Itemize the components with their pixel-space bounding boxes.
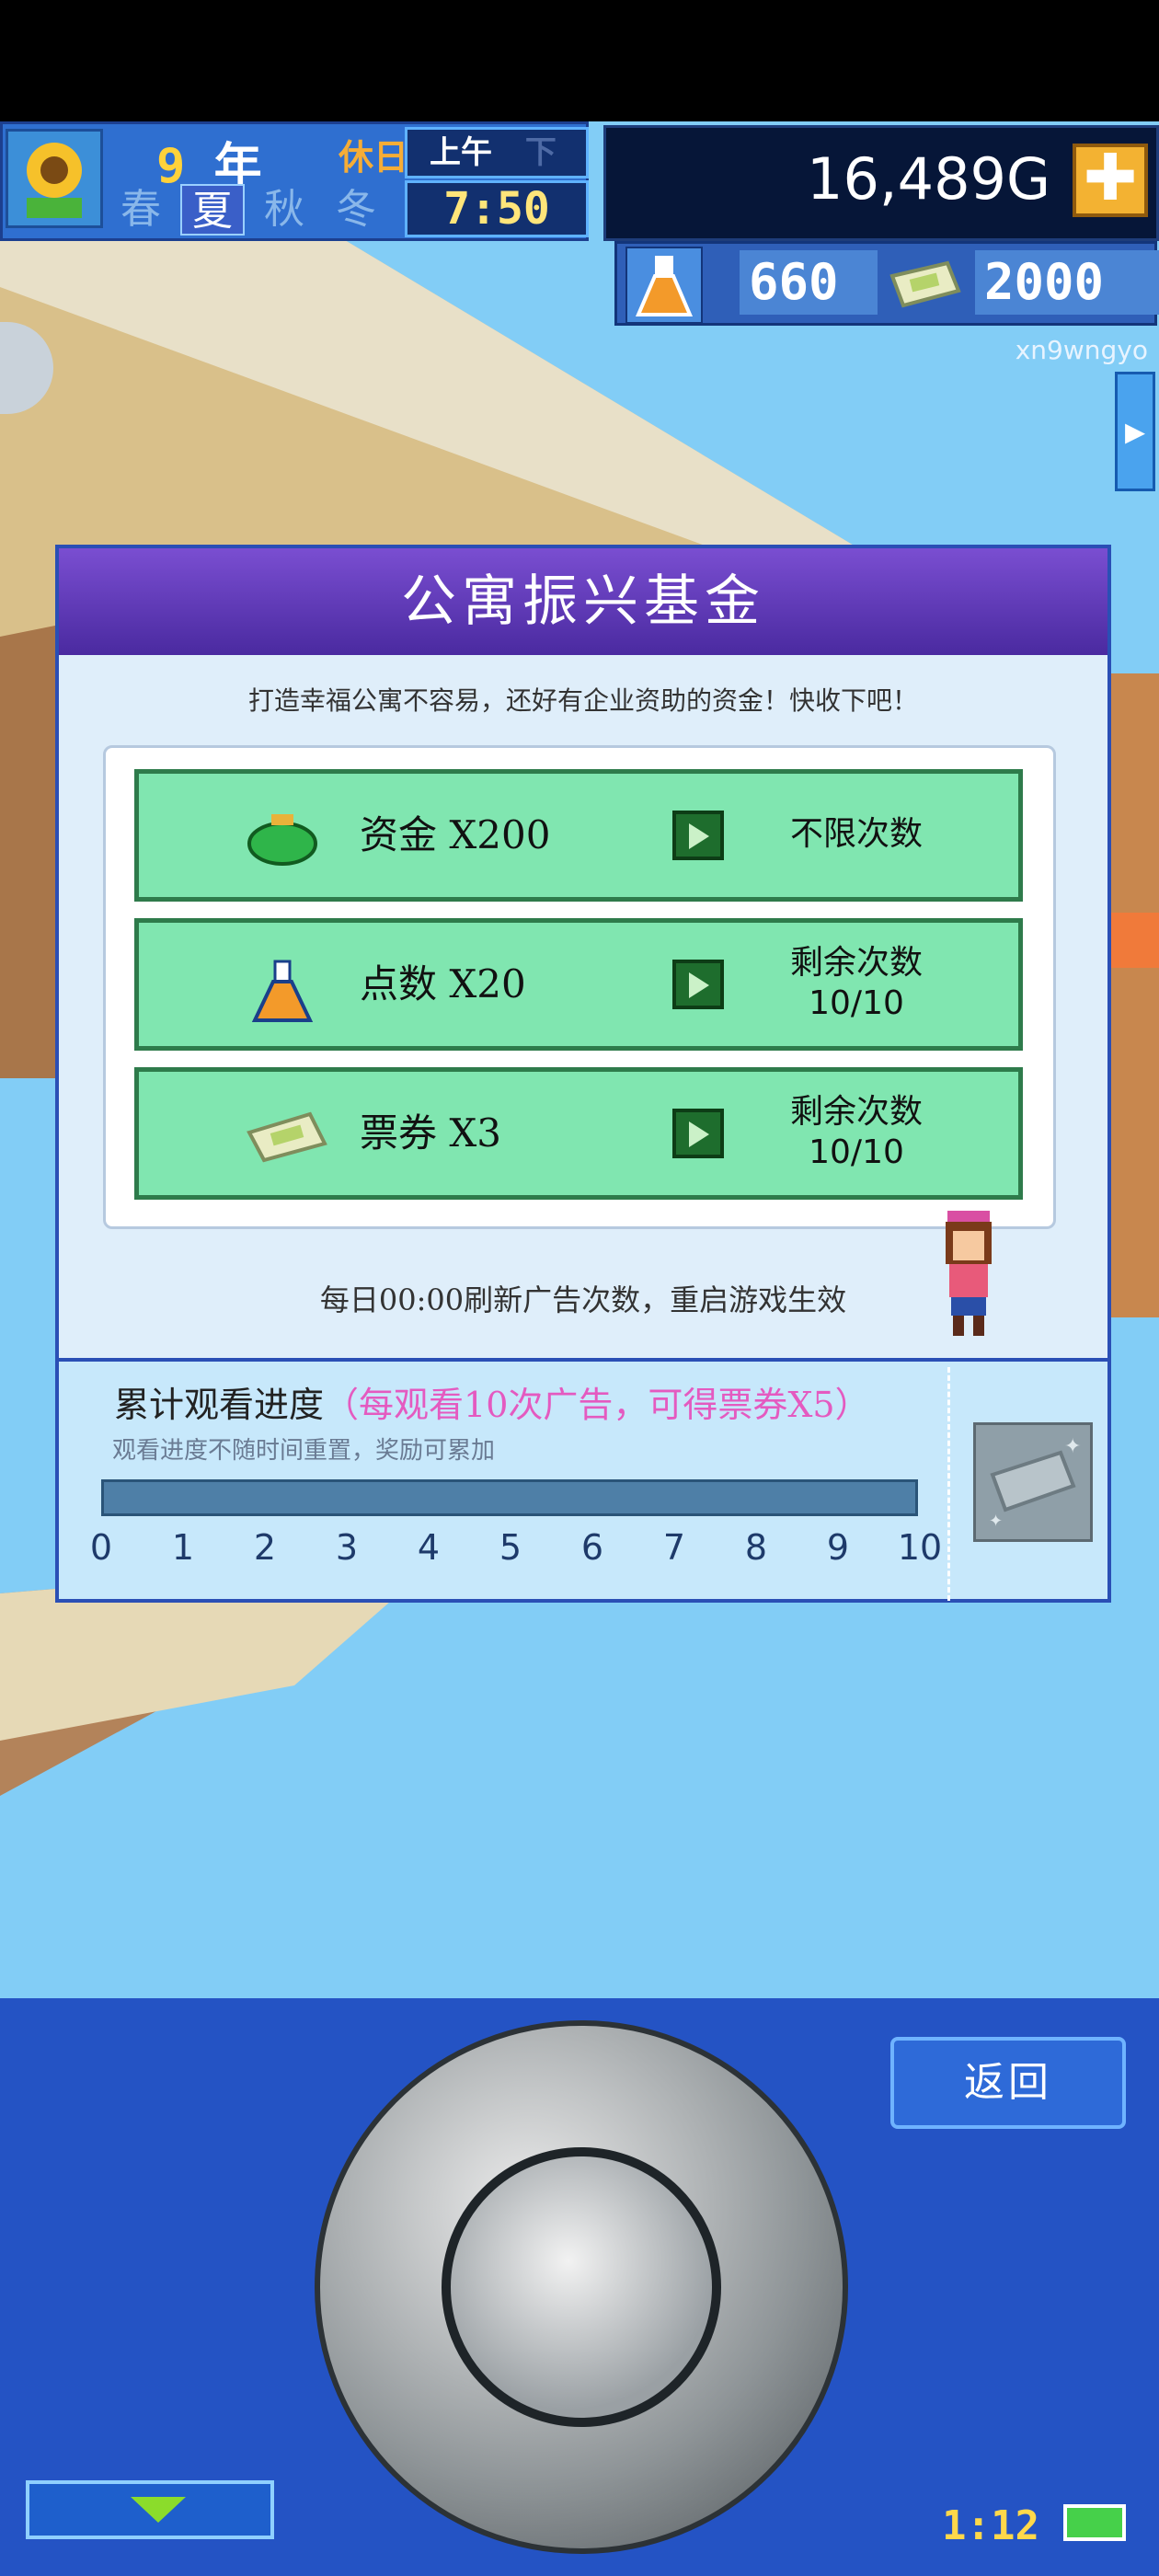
dialog-title: 公寓振兴基金 — [59, 548, 1107, 655]
progress-bonus-text: （每观看10次广告，可得票券X5） — [324, 1385, 870, 1425]
reward-label: 资金 X200 — [360, 812, 551, 857]
game-clock: 7:50 — [405, 180, 589, 237]
progress-tick: 6 — [580, 1527, 604, 1568]
money-amount: 16,489G — [807, 145, 1050, 213]
progress-bar — [101, 1479, 918, 1516]
season-summer: 夏 — [180, 184, 245, 236]
holiday-label: 休日 — [339, 137, 409, 178]
side-arrow-button[interactable]: ▸ — [1115, 372, 1155, 491]
svg-text:✦: ✦ — [1064, 1435, 1081, 1458]
research-points-value: 660 — [740, 250, 878, 315]
reward-count: 剩余次数 10/10 — [764, 943, 948, 1024]
remaining-value: 10/10 — [809, 1133, 904, 1171]
dashed-divider — [947, 1367, 950, 1601]
play-ad-icon[interactable] — [672, 960, 724, 1009]
progress-tick: 3 — [335, 1527, 359, 1568]
progress-tick: 4 — [417, 1527, 441, 1568]
progress-tick: 9 — [826, 1527, 850, 1568]
reward-row-money[interactable]: 资金 X200 不限次数 — [134, 769, 1023, 902]
season-spring: 春 — [120, 186, 161, 233]
reward-count: 不限次数 — [789, 815, 923, 853]
collapse-down-button[interactable] — [26, 2480, 274, 2539]
am-pm-indicator: 上午 下午 — [405, 127, 589, 217]
progress-tick: 0 — [89, 1527, 113, 1568]
progress-tick: 2 — [253, 1527, 277, 1568]
flask-icon — [246, 960, 319, 1022]
progress-title-text: 累计观看进度 — [114, 1385, 325, 1425]
device-time: 1:12 — [942, 2502, 1039, 2549]
sunflower-icon[interactable] — [6, 129, 103, 228]
ticket-icon — [246, 1109, 327, 1164]
play-ad-icon[interactable] — [672, 1109, 724, 1158]
reward-row-tickets[interactable]: 票券 X3 剩余次数 10/10 — [134, 1067, 1023, 1200]
back-button[interactable]: 返回 — [890, 2037, 1126, 2129]
progress-tick: 8 — [744, 1527, 768, 1568]
season-autumn: 秋 — [264, 186, 304, 233]
progress-tick: 7 — [662, 1527, 686, 1568]
season-winter: 冬 — [336, 186, 376, 233]
am-label: 上午 — [430, 134, 492, 171]
remaining-value: 10/10 — [809, 984, 904, 1022]
character-sprite — [936, 1211, 1001, 1340]
battery-icon — [1063, 2504, 1126, 2541]
progress-title: 累计观看进度（每观看10次广告，可得票券X5） — [114, 1376, 870, 1427]
progress-tick: 10 — [897, 1527, 943, 1568]
reward-row-points[interactable]: 点数 X20 剩余次数 10/10 — [134, 918, 1023, 1051]
ticket-value: 2000 — [975, 250, 1159, 315]
remaining-label: 剩余次数 — [789, 944, 923, 982]
top-black-bar — [0, 0, 1159, 121]
svg-text:✦: ✦ — [989, 1512, 1003, 1531]
reward-label: 票券 X3 — [360, 1110, 501, 1156]
progress-tick: 5 — [499, 1527, 522, 1568]
flask-icon — [625, 247, 703, 324]
reward-count: 剩余次数 10/10 — [764, 1092, 948, 1173]
remaining-label: 剩余次数 — [789, 1093, 923, 1131]
user-id: xn9wngyo — [1015, 335, 1148, 365]
dpad-center-button[interactable] — [442, 2147, 721, 2427]
progress-subtitle: 观看进度不随时间重置，奖励可累加 — [112, 1437, 496, 1465]
reward-label: 点数 X20 — [360, 961, 526, 1006]
add-money-button[interactable]: ✚ — [1073, 144, 1148, 217]
progress-tick: 1 — [171, 1527, 195, 1568]
purse-icon — [246, 811, 319, 866]
ticket-reward-icon[interactable]: ✦ ✦ — [973, 1422, 1093, 1542]
dialog-subtitle: 打造幸福公寓不容易，还好有企业资助的资金！快收下吧！ — [247, 685, 918, 716]
ticket-icon — [883, 258, 966, 313]
play-ad-icon[interactable] — [672, 811, 724, 860]
